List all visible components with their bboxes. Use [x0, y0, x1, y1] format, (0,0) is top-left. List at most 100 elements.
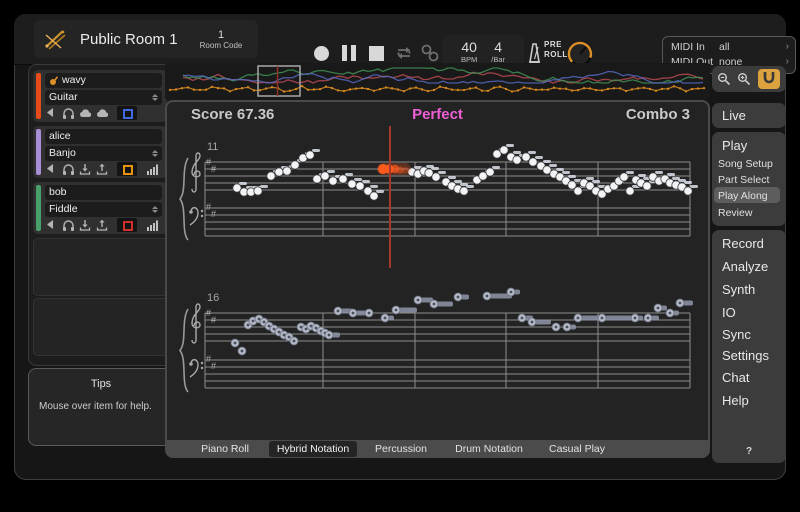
user-card-bob: bob Fiddle [33, 182, 167, 234]
pause-button[interactable] [342, 45, 356, 61]
room-title: Public Room 1 [80, 31, 184, 48]
download-icon[interactable] [79, 163, 91, 176]
status-indicator[interactable] [117, 218, 137, 232]
download-icon[interactable] [79, 219, 91, 232]
menu-item-sync[interactable]: Sync [722, 327, 751, 342]
menu-item-record[interactable]: Record [722, 236, 764, 251]
instrument-select[interactable]: Guitar [45, 90, 162, 105]
menu-item-settings[interactable]: Settings [722, 348, 769, 363]
tab-piano-roll[interactable]: Piano Roll [181, 440, 269, 458]
user-controls [45, 218, 162, 232]
headphones-icon[interactable] [62, 219, 74, 232]
headphones-icon[interactable] [62, 107, 74, 120]
menu-item-play-along[interactable]: Play Along [718, 190, 768, 202]
upload-icon[interactable] [96, 219, 108, 232]
magnet-icon [761, 71, 777, 85]
tips-panel: Tips Mouse over item for help. [28, 368, 174, 446]
rewind-icon[interactable] [45, 219, 57, 232]
snap-magnet-button[interactable] [758, 69, 780, 89]
user-name-field: alice [45, 129, 162, 144]
midi-in-value[interactable]: all [719, 41, 730, 53]
instrument-value: Guitar [49, 90, 78, 105]
loop-icon [394, 43, 414, 63]
help-shortcut[interactable]: ? [712, 446, 786, 457]
user-controls [45, 162, 162, 176]
tips-title: Tips [29, 378, 173, 390]
menu-play-panel: Play Song Setup Part Select Play Along R… [712, 132, 786, 226]
host-icon [49, 76, 58, 85]
zoom-toolbar [712, 66, 786, 92]
preroll-label[interactable]: PREROLL [544, 40, 568, 60]
link-icon [420, 43, 440, 63]
status-indicator[interactable] [117, 162, 137, 176]
chevron-right-icon: › [786, 41, 789, 53]
menu-item-analyze[interactable]: Analyze [722, 259, 768, 274]
notation-canvas[interactable]: ####11 ####16 [165, 100, 710, 440]
metronome-icon[interactable] [526, 41, 542, 65]
user-card-wavy: wavy Guitar [33, 70, 167, 122]
bpm-value[interactable]: 40 [461, 39, 477, 55]
svg-text:#: # [211, 361, 216, 371]
midi-in-row[interactable]: MIDI In all › [671, 41, 789, 53]
status-indicator[interactable] [117, 106, 137, 120]
cloud-download-icon[interactable] [79, 107, 91, 120]
empty-user-slot [33, 298, 169, 356]
cloud-upload-icon[interactable] [96, 107, 108, 120]
spinner-icon[interactable] [152, 94, 158, 101]
svg-text:#: # [211, 164, 216, 174]
tab-casual-play[interactable]: Casual Play [533, 440, 621, 458]
menu-item-play[interactable]: Play [722, 138, 747, 153]
user-name: wavy [62, 73, 86, 88]
menu-item-live[interactable]: Live [722, 108, 746, 123]
menu-item-io[interactable]: IO [722, 305, 736, 320]
menu-item-part-select[interactable]: Part Select [718, 174, 769, 186]
menu-item-synth[interactable]: Synth [722, 282, 755, 297]
spinner-icon[interactable] [152, 150, 158, 157]
song-overview-strip[interactable] [165, 63, 710, 100]
rewind-icon[interactable] [45, 163, 57, 176]
svg-text:#: # [211, 209, 216, 219]
user-controls [45, 106, 162, 120]
room-code-value: 1 [184, 29, 258, 41]
instrument-select[interactable]: Fiddle [45, 202, 162, 217]
tab-percussion[interactable]: Percussion [357, 440, 445, 458]
instrument-value: Banjo [49, 146, 76, 161]
midi-in-label: MIDI In [671, 41, 719, 53]
user-card-alice: alice Banjo [33, 126, 167, 178]
stop-button[interactable] [369, 46, 384, 61]
menu-main-panel: Record Analyze Synth IO Sync Settings Ch… [712, 230, 786, 463]
app-logo-icon [42, 26, 68, 52]
bar-value[interactable]: 4 [491, 39, 505, 55]
room-code: 1 Room Code [184, 29, 258, 50]
rewind-icon[interactable] [45, 107, 57, 120]
tab-drum-notation[interactable]: Drum Notation [445, 440, 533, 458]
menu-item-review[interactable]: Review [718, 207, 752, 219]
user-name-field: bob [45, 185, 162, 200]
spinner-icon[interactable] [152, 206, 158, 213]
staff-measure-11: ####11 [180, 141, 698, 240]
view-tab-bar: Piano Roll Hybrid Notation Percussion Dr… [165, 440, 710, 458]
user-name: bob [49, 185, 67, 200]
record-button[interactable] [314, 46, 329, 61]
menu-item-help[interactable]: Help [722, 393, 749, 408]
zoom-in-icon[interactable] [737, 72, 752, 87]
room-info-box: Public Room 1 1 Room Code [34, 20, 258, 58]
instrument-value: Fiddle [49, 202, 78, 217]
menu-item-chat[interactable]: Chat [722, 370, 749, 385]
user-color-bar [36, 129, 41, 175]
upload-icon[interactable] [96, 163, 108, 176]
menu-live-panel: Live [712, 103, 786, 128]
zoom-out-icon[interactable] [717, 72, 732, 87]
instrument-select[interactable]: Banjo [45, 146, 162, 161]
tips-body: Mouse over item for help. [39, 401, 152, 412]
headphones-icon[interactable] [62, 163, 74, 176]
svg-text:#: # [211, 315, 216, 325]
room-code-label: Room Code [184, 41, 258, 50]
user-name: alice [49, 129, 71, 144]
user-color-bar [36, 185, 41, 231]
chevron-right-icon: › [786, 56, 789, 68]
overview-viewport-box[interactable] [258, 66, 300, 96]
menu-item-song-setup[interactable]: Song Setup [718, 158, 773, 170]
tab-hybrid-notation[interactable]: Hybrid Notation [269, 441, 357, 457]
level-meter-icon [147, 219, 159, 232]
